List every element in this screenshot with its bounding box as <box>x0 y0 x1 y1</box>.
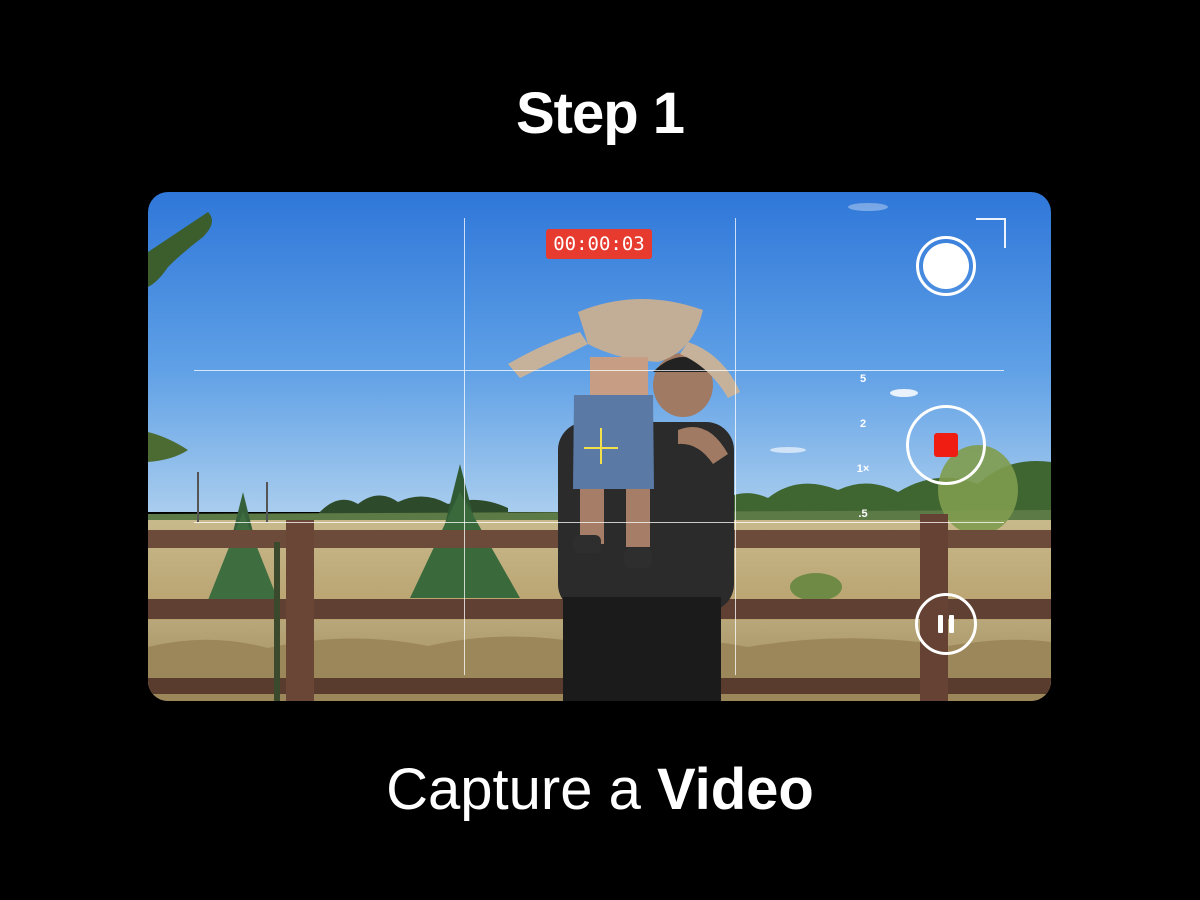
pause-icon-bar <box>949 615 954 633</box>
step-caption: Capture a Video <box>0 756 1200 823</box>
pause-icon <box>938 615 943 633</box>
caption-prefix: Capture a <box>386 757 641 822</box>
focus-crosshair-vertical <box>600 428 602 464</box>
record-stop-button[interactable] <box>906 405 986 485</box>
caption-emphasis: Video <box>656 757 814 822</box>
zoom-level-0-5[interactable]: .5 <box>848 508 878 520</box>
grid-line-vertical-left <box>464 218 465 675</box>
step-card: Step 1 00:00:03 5 2 1× .5 Capture a Vide… <box>0 0 1200 900</box>
zoom-level-1x[interactable]: 1× <box>848 463 878 475</box>
camera-viewfinder[interactable]: 00:00:03 5 2 1× .5 <box>148 192 1051 701</box>
zoom-level-5[interactable]: 5 <box>848 373 878 385</box>
zoom-level-2[interactable]: 2 <box>848 418 878 430</box>
step-title: Step 1 <box>515 81 685 146</box>
grid-line-horizontal-bottom <box>194 522 1004 523</box>
grid-line-vertical-right <box>735 218 736 675</box>
photo-shutter-button[interactable] <box>916 236 976 296</box>
grid-line-horizontal-top <box>194 370 1004 371</box>
recording-timer: 00:00:03 <box>546 229 652 259</box>
frame-corner-icon <box>976 218 1006 248</box>
pause-button[interactable] <box>915 593 977 655</box>
shutter-photo-icon <box>923 243 969 289</box>
record-stop-icon <box>934 433 958 457</box>
